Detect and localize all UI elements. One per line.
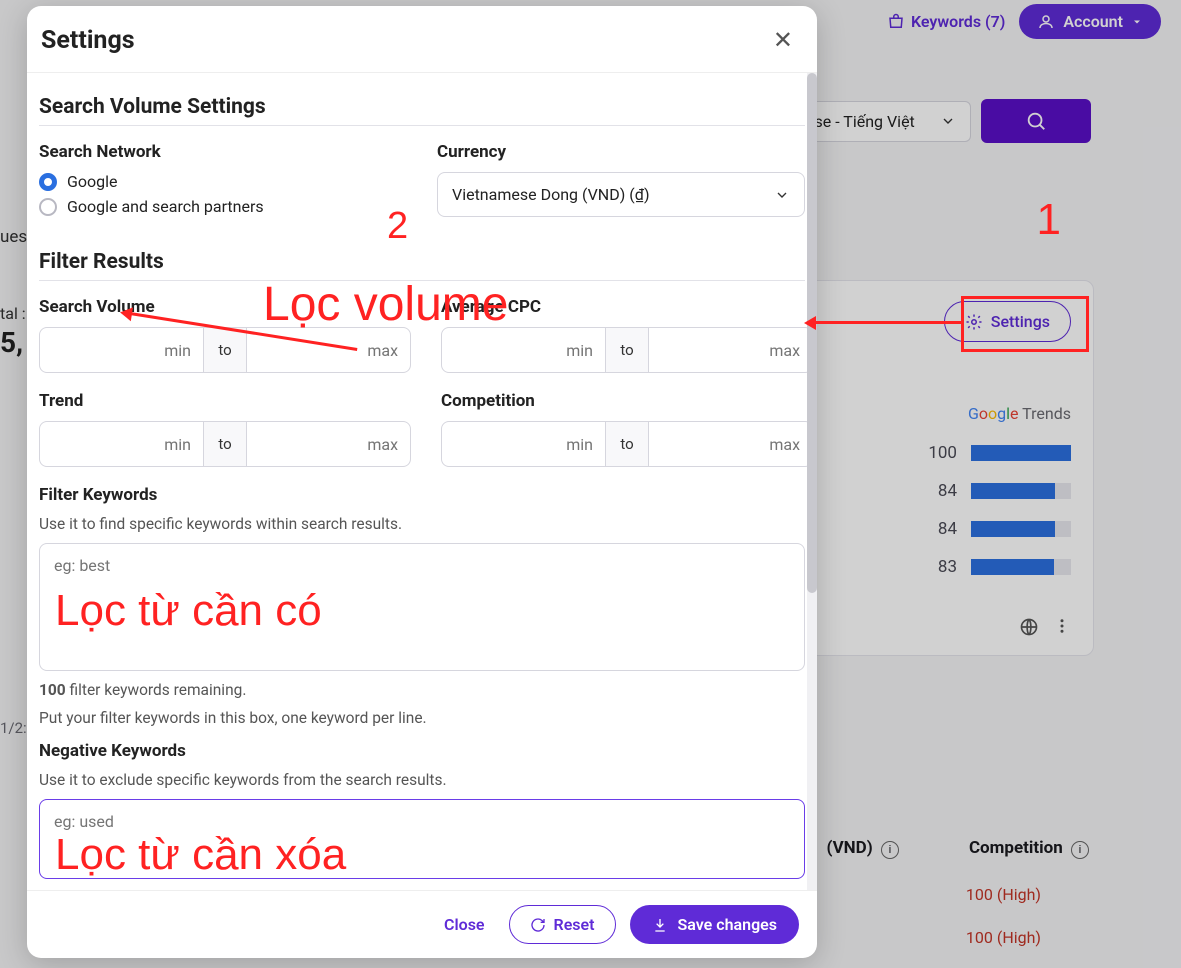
divider	[39, 280, 805, 281]
range-separator: to	[204, 327, 246, 373]
annotation-arrow-settings	[814, 321, 964, 324]
trend-range: to	[39, 421, 411, 467]
negative-keywords-help: Use it to exclude specific keywords from…	[39, 771, 805, 789]
search-network-label: Search Network	[39, 142, 407, 162]
chevron-down-icon	[774, 187, 790, 203]
avg-cpc-range: to	[441, 327, 813, 373]
competition-label: Competition	[441, 391, 813, 411]
close-button[interactable]: ✕	[767, 22, 799, 58]
save-icon	[652, 917, 668, 933]
search-volume-label: Search Volume	[39, 297, 411, 317]
negative-keywords-label: Negative Keywords	[39, 741, 805, 761]
close-link[interactable]: Close	[434, 907, 495, 942]
competition-max[interactable]	[648, 421, 813, 467]
scrollbar-thumb[interactable]	[807, 73, 817, 593]
competition-range: to	[441, 421, 813, 467]
divider	[39, 125, 805, 126]
refresh-icon	[530, 917, 546, 933]
filter-keywords-input[interactable]	[39, 543, 805, 671]
avg-cpc-label: Average CPC	[441, 297, 813, 317]
annotation-box-settings	[961, 296, 1089, 352]
filter-perline: Put your filter keywords in this box, on…	[39, 709, 805, 727]
avg-cpc-max[interactable]	[648, 327, 813, 373]
trend-label: Trend	[39, 391, 411, 411]
competition-min[interactable]	[441, 421, 606, 467]
range-separator: to	[606, 327, 648, 373]
radio-google-partners[interactable]: Google and search partners	[39, 197, 407, 216]
filter-keywords-help: Use it to find specific keywords within …	[39, 515, 805, 533]
currency-label: Currency	[437, 142, 805, 162]
reset-button[interactable]: Reset	[509, 905, 616, 944]
range-separator: to	[204, 421, 246, 467]
filter-keywords-label: Filter Keywords	[39, 485, 805, 505]
filter-remaining: 100 filter keywords remaining.	[39, 681, 805, 699]
search-volume-min[interactable]	[39, 327, 204, 373]
section-heading: Search Volume Settings	[39, 95, 805, 119]
save-button[interactable]: Save changes	[630, 905, 799, 944]
avg-cpc-min[interactable]	[441, 327, 606, 373]
section-heading: Filter Results	[39, 250, 805, 274]
currency-value: Vietnamese Dong (VND) (₫)	[452, 185, 650, 204]
negative-keywords-input[interactable]	[39, 799, 805, 879]
currency-select[interactable]: Vietnamese Dong (VND) (₫)	[437, 172, 805, 217]
trend-min[interactable]	[39, 421, 204, 467]
radio-google[interactable]: Google	[39, 172, 407, 191]
trend-max[interactable]	[246, 421, 411, 467]
range-separator: to	[606, 421, 648, 467]
modal-title: Settings	[41, 26, 135, 55]
settings-modal: Settings ✕ Search Volume Settings Search…	[27, 6, 817, 958]
